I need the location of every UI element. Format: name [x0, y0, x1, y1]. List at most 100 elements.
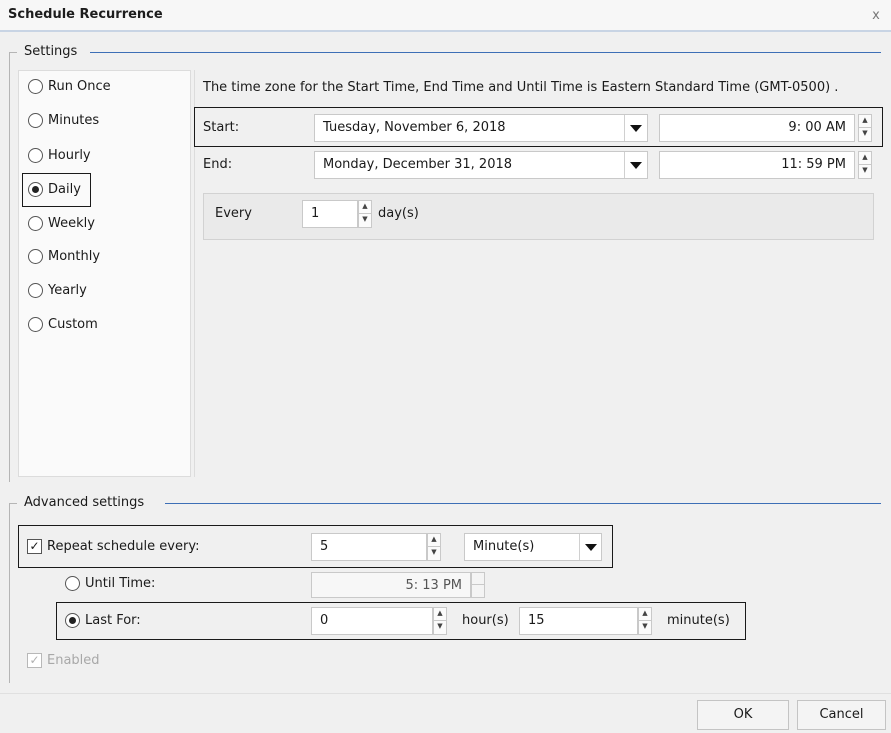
radio-last-for[interactable]: Last For:: [65, 613, 141, 628]
radio-button[interactable]: [28, 317, 43, 332]
start-time-spinner[interactable]: ▲ ▼: [858, 114, 872, 142]
start-date-value: Tuesday, November 6, 2018: [323, 120, 506, 135]
spinner-up-icon[interactable]: ▲: [359, 201, 371, 214]
radio-yearly[interactable]: Yearly: [28, 283, 87, 298]
end-date-value: Monday, December 31, 2018: [323, 157, 513, 172]
spinner-up-icon[interactable]: ▲: [434, 608, 446, 621]
title-bar: Schedule Recurrence x: [0, 0, 891, 32]
spinner-up-icon[interactable]: ▲: [428, 534, 440, 547]
spinner-down-icon[interactable]: [472, 585, 484, 597]
radio-button[interactable]: [28, 79, 43, 94]
every-label: Every: [215, 206, 252, 221]
minutes-unit-label: minute(s): [667, 613, 730, 628]
end-date-dropdown-arrow-icon[interactable]: [624, 152, 646, 178]
spinner-down-icon[interactable]: ▼: [359, 214, 371, 227]
spinner-down-icon[interactable]: ▼: [859, 128, 871, 141]
radio-monthly[interactable]: Monthly: [28, 249, 100, 264]
spinner-up-icon[interactable]: ▲: [859, 152, 871, 165]
start-time-input[interactable]: 9: 00 AM: [659, 114, 855, 142]
every-days-input[interactable]: 1: [302, 200, 358, 228]
repeat-interval-spinner[interactable]: ▲ ▼: [427, 533, 441, 561]
enabled-checkbox-row: ✓ Enabled: [27, 653, 100, 668]
every-days-spinner[interactable]: ▲ ▼: [358, 200, 372, 228]
start-label: Start:: [203, 120, 240, 135]
radio-button[interactable]: [28, 283, 43, 298]
spinner-down-icon[interactable]: ▼: [639, 621, 651, 634]
radio-until-time[interactable]: Until Time:: [65, 576, 155, 591]
advanced-group-border: [9, 503, 10, 683]
radio-button[interactable]: [28, 249, 43, 264]
radio-hourly[interactable]: Hourly: [28, 148, 91, 163]
advanced-group-label: Advanced settings: [20, 495, 149, 510]
until-time-label: Until Time:: [85, 576, 156, 591]
close-icon[interactable]: x: [866, 6, 886, 26]
spinner-down-icon[interactable]: ▼: [428, 547, 440, 560]
until-time-value: 5: 13 PM: [405, 578, 462, 593]
spinner-down-icon[interactable]: ▼: [434, 621, 446, 634]
radio-label: Hourly: [48, 148, 91, 163]
every-days-value: 1: [311, 206, 320, 221]
last-for-minutes-value: 15: [528, 613, 545, 628]
radio-button-selected[interactable]: [65, 613, 80, 628]
cancel-button[interactable]: Cancel: [797, 700, 886, 730]
radio-daily[interactable]: Daily: [28, 182, 81, 197]
radio-button[interactable]: [28, 148, 43, 163]
radio-button[interactable]: [65, 576, 80, 591]
settings-group-line: [90, 52, 881, 53]
start-date-dropdown[interactable]: Tuesday, November 6, 2018: [314, 114, 648, 142]
recurrence-type-list: Run Once Minutes Hourly Daily Weekly Mon…: [18, 70, 191, 477]
end-label: End:: [203, 157, 233, 172]
start-date-dropdown-arrow-icon[interactable]: [624, 115, 646, 141]
settings-group-label: Settings: [20, 44, 82, 59]
radio-label: Yearly: [48, 283, 87, 298]
end-time-value: 11: 59 PM: [781, 157, 846, 172]
last-for-minutes-input[interactable]: 15: [519, 607, 638, 635]
spinner-up-icon[interactable]: ▲: [639, 608, 651, 621]
settings-group-tick: [9, 52, 17, 53]
spinner-up-icon[interactable]: ▲: [859, 115, 871, 128]
last-for-hours-value: 0: [320, 613, 329, 628]
repeat-schedule-checkbox-row[interactable]: ✓ Repeat schedule every:: [27, 539, 199, 554]
schedule-recurrence-dialog: Schedule Recurrence x Settings Run Once …: [0, 0, 891, 733]
enabled-label: Enabled: [47, 653, 100, 668]
radio-label: Daily: [48, 182, 81, 197]
repeat-schedule-checkbox[interactable]: ✓: [27, 539, 42, 554]
radio-label: Monthly: [48, 249, 101, 264]
radio-button-selected[interactable]: [28, 182, 43, 197]
advanced-group-line: [165, 503, 881, 504]
timezone-note: The time zone for the Start Time, End Ti…: [203, 80, 839, 95]
repeat-interval-input[interactable]: 5: [311, 533, 427, 561]
radio-minutes[interactable]: Minutes: [28, 113, 99, 128]
last-for-hours-input[interactable]: 0: [311, 607, 433, 635]
radio-label: Custom: [48, 317, 98, 332]
radio-button[interactable]: [28, 216, 43, 231]
last-for-minutes-spinner[interactable]: ▲ ▼: [638, 607, 652, 635]
radio-label: Weekly: [48, 216, 95, 231]
until-time-input[interactable]: 5: 13 PM: [311, 572, 471, 598]
repeat-unit-dropdown-arrow-icon[interactable]: [579, 534, 601, 560]
repeat-unit-value: Minute(s): [473, 539, 535, 554]
radio-label: Minutes: [48, 113, 100, 128]
last-for-label: Last For:: [85, 613, 141, 628]
radio-weekly[interactable]: Weekly: [28, 216, 95, 231]
enabled-checkbox: ✓: [27, 653, 42, 668]
repeat-schedule-label: Repeat schedule every:: [47, 539, 200, 554]
last-for-hours-spinner[interactable]: ▲ ▼: [433, 607, 447, 635]
hours-unit-label: hour(s): [462, 613, 509, 628]
radio-label: Run Once: [48, 79, 111, 94]
until-time-spinner[interactable]: [471, 572, 485, 598]
end-time-input[interactable]: 11: 59 PM: [659, 151, 855, 179]
end-date-dropdown[interactable]: Monday, December 31, 2018: [314, 151, 648, 179]
radio-custom[interactable]: Custom: [28, 317, 98, 332]
spinner-down-icon[interactable]: ▼: [859, 165, 871, 178]
radio-button[interactable]: [28, 113, 43, 128]
dialog-title: Schedule Recurrence: [8, 7, 163, 22]
footer-divider: [0, 693, 891, 694]
settings-group-border: [9, 52, 10, 482]
ok-button[interactable]: OK: [697, 700, 789, 730]
end-time-spinner[interactable]: ▲ ▼: [858, 151, 872, 179]
advanced-group-tick: [9, 503, 17, 504]
radio-run-once[interactable]: Run Once: [28, 79, 111, 94]
repeat-interval-value: 5: [320, 539, 329, 554]
spinner-up-icon[interactable]: [472, 573, 484, 585]
